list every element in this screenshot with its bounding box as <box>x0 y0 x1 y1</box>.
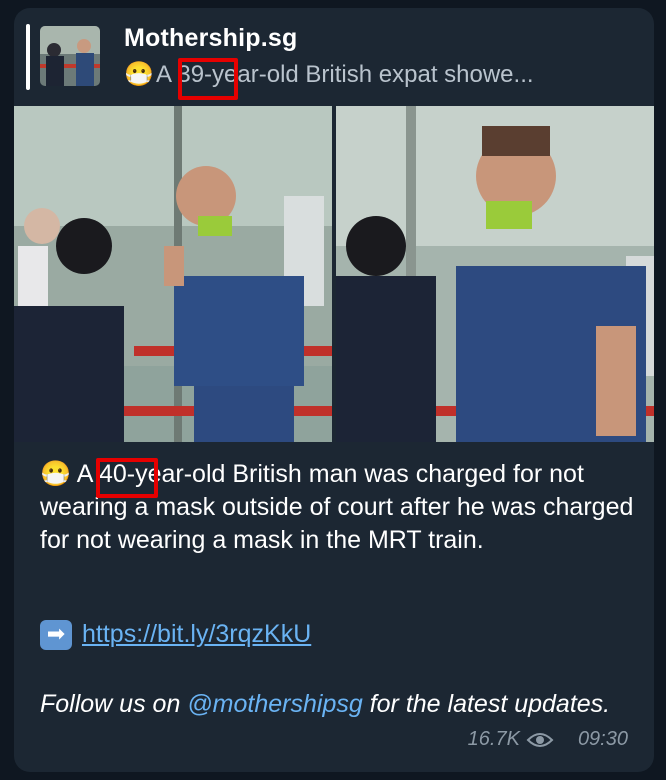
mask-emoji-icon: 😷 <box>124 61 154 88</box>
follow-text: Follow us on @mothershipsg for the lates… <box>40 690 611 718</box>
highlight-box-40 <box>96 458 158 498</box>
link-line: ➡ https://bit.ly/3rqzKkU <box>40 620 311 654</box>
photo-left[interactable] <box>14 106 332 442</box>
mask-emoji-icon: 😷 <box>40 460 72 488</box>
article-link[interactable]: https://bit.ly/3rqzKkU <box>82 620 311 648</box>
reply-bar <box>26 24 30 90</box>
eye-icon <box>526 732 554 747</box>
view-count: 16.7K <box>467 728 520 750</box>
message-time: 09:30 <box>577 728 628 750</box>
photo-right[interactable] <box>336 106 654 442</box>
channel-mention-link[interactable]: @mothershipsg <box>187 690 362 718</box>
reply-thumbnail <box>40 26 100 86</box>
channel-name: Mothership.sg <box>124 24 298 52</box>
right-arrow-icon: ➡ <box>40 620 72 651</box>
reply-header[interactable]: Mothership.sg 😷A 39-year-old British exp… <box>26 24 626 94</box>
highlight-box-39 <box>178 58 238 100</box>
message-meta: 16.7K 09:30 <box>468 728 628 751</box>
photo-grid[interactable] <box>14 106 654 442</box>
